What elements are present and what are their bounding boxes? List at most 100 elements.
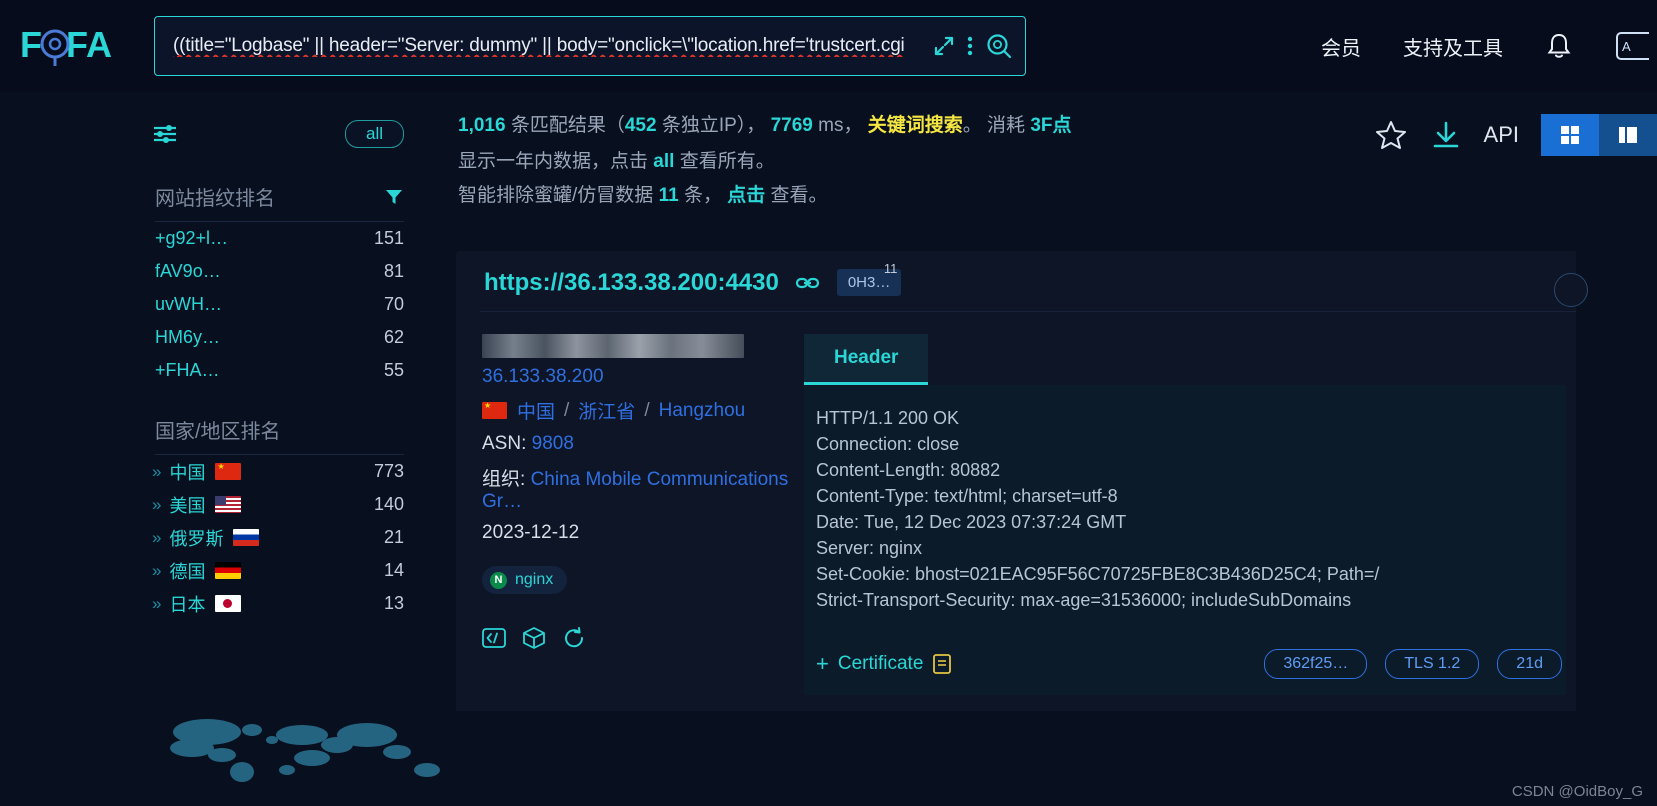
fingerprint-section-title: 网站指纹排名 — [0, 154, 448, 221]
country-row[interactable]: » 德国 14 — [0, 554, 448, 587]
chevron-right-icon: » — [152, 527, 162, 547]
all-filter-pill[interactable]: all — [344, 120, 404, 148]
fingerprint-label[interactable]: +g92+l… — [155, 228, 228, 249]
bell-icon[interactable] — [1545, 31, 1573, 61]
sidebar-header: all — [0, 114, 448, 154]
result-badge-wrap: 11 0H3… — [836, 261, 902, 296]
country-count: 21 — [383, 527, 404, 547]
more-vertical-icon[interactable] — [967, 35, 973, 57]
summary-line2-pre: 显示一年内数据，点击 — [458, 151, 649, 172]
fingerprint-row[interactable]: HM6y… 62 — [0, 321, 448, 354]
chain-link-icon[interactable] — [795, 274, 821, 292]
certificate-button[interactable]: + Certificate — [816, 651, 923, 677]
fingerprint-label[interactable]: HM6y… — [155, 327, 220, 348]
pill-cert-hash[interactable]: 362f25… — [1264, 649, 1368, 679]
tech-tag-nginx[interactable]: N nginx — [482, 566, 568, 594]
svg-text:A: A — [1622, 39, 1631, 54]
search-input[interactable]: ((title="Logbase" || header="Server: dum… — [173, 35, 925, 57]
watermark: CSDN @OidBoy_G — [1511, 783, 1643, 800]
org-value[interactable]: China Mobile Communications Gr… — [482, 469, 788, 512]
country-count: 13 — [383, 593, 404, 613]
country-row[interactable]: » 日本 13 — [0, 587, 448, 620]
summary-line3-mid: 条， — [683, 185, 722, 206]
summary-line2-post: 查看所有。 — [679, 151, 775, 172]
certificate-label: Certificate — [837, 653, 924, 674]
result-card-header: https://36.133.38.200:4430 11 0H3… — [456, 251, 1576, 311]
fingerprint-row[interactable]: fAV9o… 81 — [0, 255, 448, 288]
fingerprint-count: 70 — [383, 294, 404, 314]
result-footer-pills: 362f25… TLS 1.2 21d — [1264, 649, 1566, 679]
header-line: Content-Type: text/html; charset=utf-8 — [816, 486, 1118, 506]
country-row[interactable]: » 美国 140 — [0, 488, 448, 521]
cube-icon[interactable] — [522, 626, 546, 650]
header-line: HTTP/1.1 200 OK — [816, 408, 960, 428]
sliders-icon[interactable] — [152, 122, 178, 146]
funnel-icon[interactable] — [384, 187, 404, 207]
nav-member[interactable]: 会员 — [1321, 32, 1361, 61]
fingerprint-count: 62 — [383, 327, 404, 347]
asn-value[interactable]: 9808 — [532, 433, 574, 454]
country-row[interactable]: » 中国 773 — [0, 455, 448, 488]
fingerprint-count: 151 — [373, 228, 404, 248]
country-label[interactable]: 日本 — [169, 591, 205, 617]
expand-icon[interactable] — [933, 35, 955, 57]
country-title-text: 国家/地区排名 — [155, 421, 281, 443]
result-ip[interactable]: 36.133.38.200 — [482, 366, 804, 388]
fofa-logo[interactable]: F FA — [18, 24, 130, 68]
country-label[interactable]: 中国 — [169, 459, 205, 485]
http-header-box: HTTP/1.1 200 OK Connection: close Conten… — [804, 385, 1566, 635]
result-url[interactable]: https://36.133.38.200:4430 — [484, 269, 779, 297]
nav-support-tools[interactable]: 支持及工具 — [1403, 32, 1503, 61]
pill-tls-version[interactable]: TLS 1.2 — [1385, 649, 1480, 679]
country-row[interactable]: » 俄罗斯 21 — [0, 521, 448, 554]
plus-icon: + — [816, 651, 829, 676]
country-label[interactable]: 俄罗斯 — [169, 525, 223, 551]
summary-line3-post: 查看。 — [770, 185, 828, 206]
fingerprint-row[interactable]: +g92+l… 151 — [0, 222, 448, 255]
fingerprint-label[interactable]: uvWH… — [155, 294, 222, 315]
flag-icon-jp — [215, 595, 242, 612]
summary-honeypot-count: 11 — [658, 185, 679, 206]
code-icon[interactable] — [482, 626, 506, 650]
asn-label: ASN: — [482, 433, 527, 454]
refresh-icon[interactable] — [562, 626, 586, 650]
summary-line3-pre: 智能排除蜜罐/仿冒数据 — [458, 185, 654, 206]
fingerprint-label[interactable]: +FHA… — [155, 360, 220, 381]
fingerprint-label[interactable]: fAV9o… — [155, 261, 221, 282]
fingerprint-count: 55 — [383, 360, 404, 380]
chevron-right-icon: » — [152, 560, 162, 580]
grid-view-icon[interactable] — [1541, 114, 1599, 156]
org-label: 组织: — [482, 469, 526, 490]
document-icon[interactable] — [932, 652, 954, 676]
fingerprint-row[interactable]: uvWH… 70 — [0, 288, 448, 321]
summary-click-link[interactable]: 点击 — [727, 185, 765, 206]
pill-age[interactable]: 21d — [1497, 649, 1562, 679]
star-icon[interactable] — [1374, 118, 1408, 152]
country-label[interactable]: 美国 — [169, 492, 205, 518]
main-panel: 1,016 条匹配结果（452 条独立IP）， 7769 ms， 关键词搜索。 … — [448, 92, 1657, 806]
search-bar[interactable]: ((title="Logbase" || header="Server: dum… — [154, 16, 1026, 76]
country-count: 773 — [373, 461, 404, 481]
geo-city[interactable]: Hangzhou — [659, 400, 746, 422]
api-button[interactable]: API — [1484, 122, 1519, 148]
geo-province[interactable]: 浙江省 — [578, 397, 635, 424]
header-line: Server: nginx — [816, 538, 923, 558]
fingerprint-title-text: 网站指纹排名 — [155, 188, 275, 210]
fingerprint-row[interactable]: +FHA… 55 — [0, 354, 448, 387]
country-label[interactable]: 德国 — [169, 558, 205, 584]
flag-icon-cn — [482, 402, 507, 419]
summary-consume-value: 3F点 — [1030, 115, 1072, 136]
summary-all-link[interactable]: all — [653, 151, 674, 172]
geo-country[interactable]: 中国 — [517, 397, 555, 424]
geo-separator: / — [564, 399, 570, 421]
card-side-toggle[interactable] — [1554, 273, 1588, 307]
list-view-icon[interactable] — [1599, 114, 1657, 156]
api-badge-icon[interactable]: A — [1615, 27, 1649, 65]
header-line: Date: Tue, 12 Dec 2023 07:37:24 GMT — [816, 512, 1127, 532]
page-content: all 网站指纹排名 +g92+l… 151 fAV9o… 81 uvWH… 7… — [0, 92, 1657, 806]
nginx-icon: N — [490, 571, 507, 589]
result-info-column: 36.133.38.200 中国 / 浙江省 / Hangzhou ASN: 9… — [456, 334, 804, 695]
search-icon[interactable] — [985, 32, 1013, 60]
download-icon[interactable] — [1430, 119, 1462, 151]
tab-header[interactable]: Header — [804, 334, 929, 385]
